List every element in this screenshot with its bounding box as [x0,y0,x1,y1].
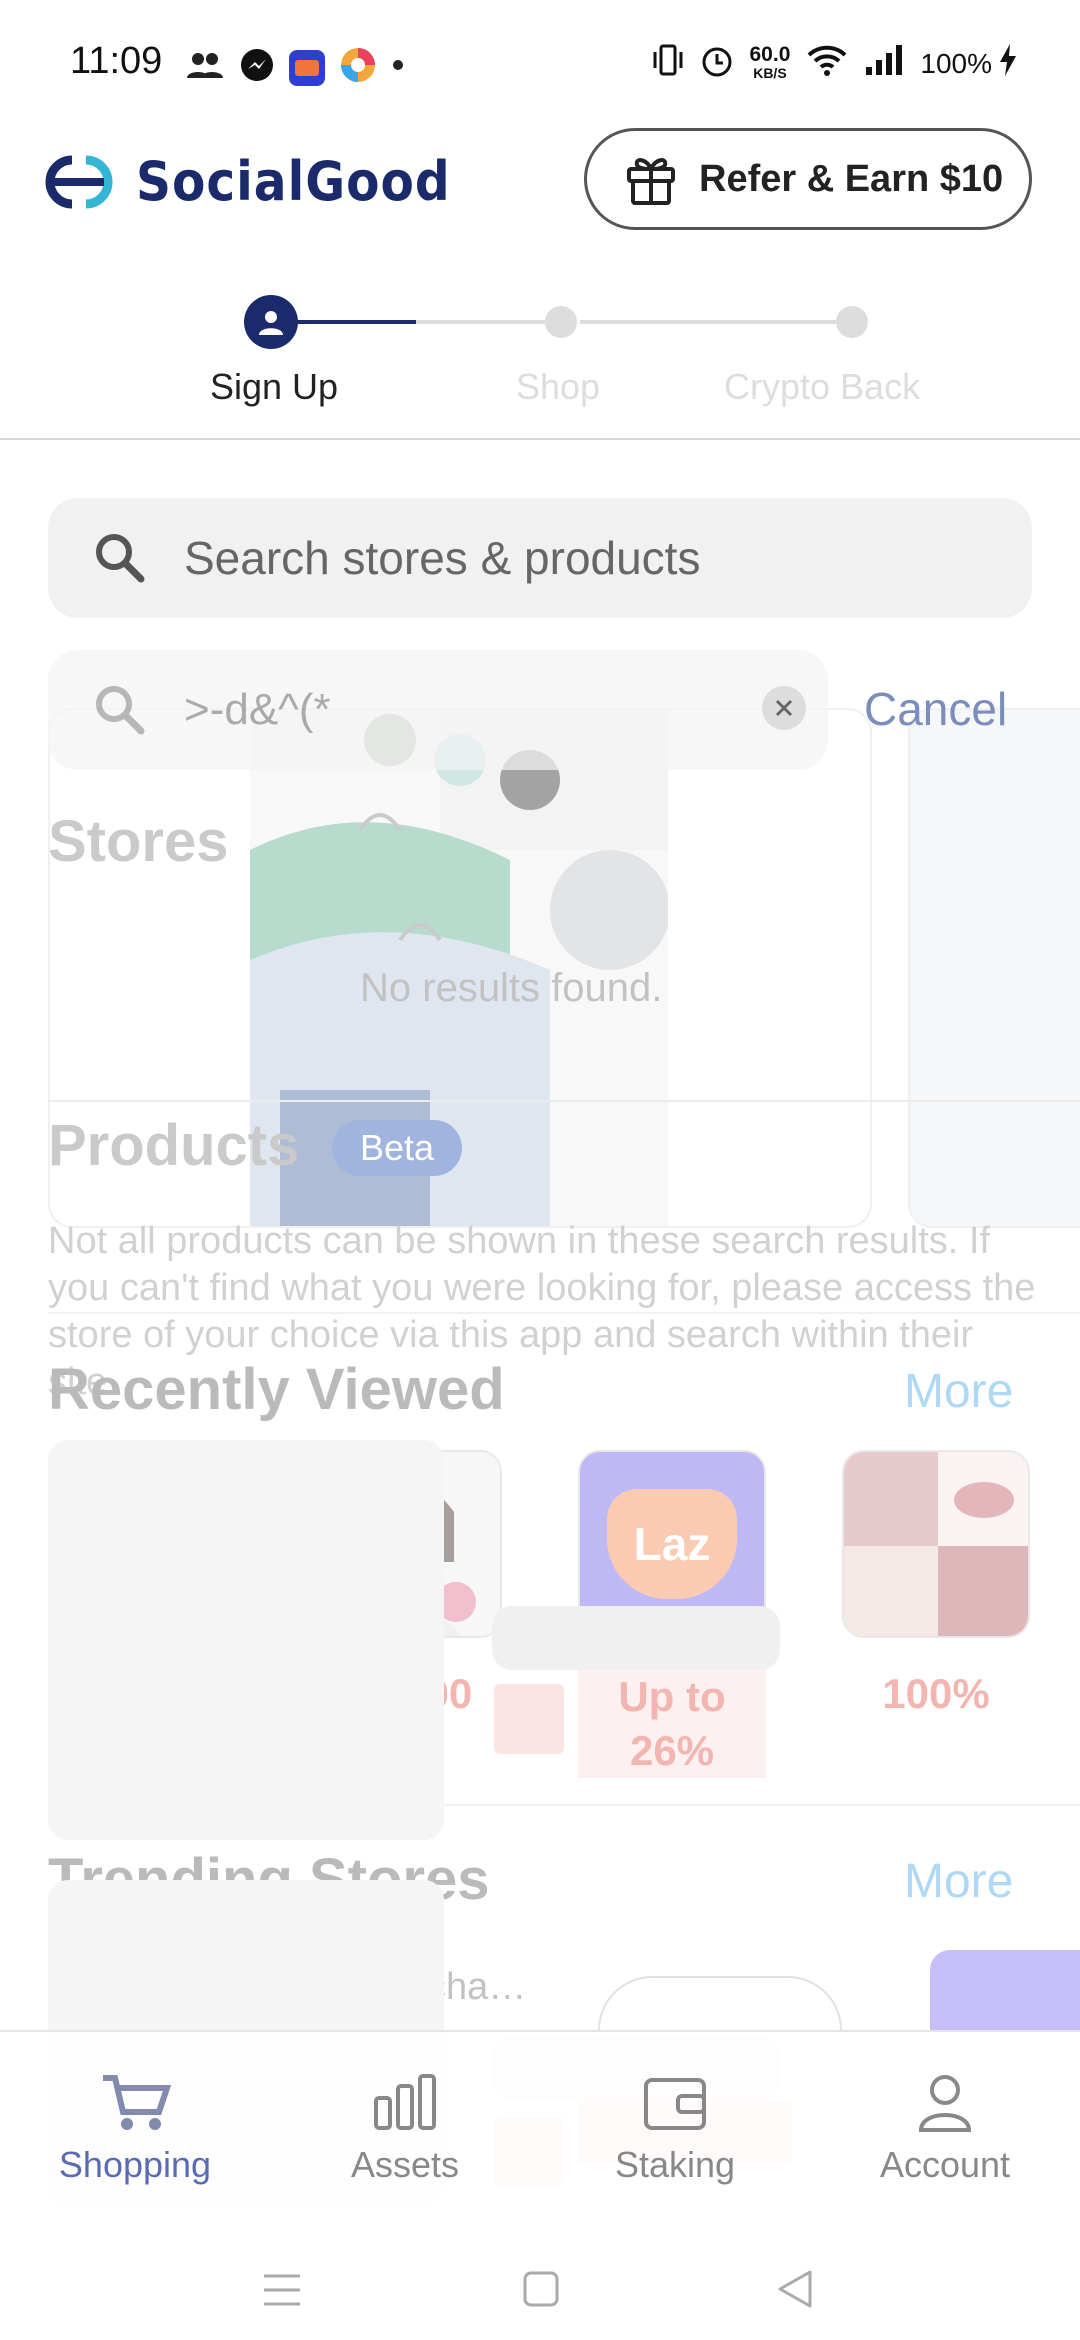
net-speed-unit: KB/S [753,64,787,81]
skeleton-plus [494,1684,564,1754]
brand-name: SocialGood [136,150,451,213]
skeleton-bar [492,1606,780,1670]
bottom-navigation: Shopping Assets Staking Account [0,2030,1080,2220]
status-time: 11:09 [70,40,163,82]
nav-label-shopping: Shopping [58,2144,212,2185]
dot-icon [391,58,405,77]
gift-icon [627,158,675,205]
step-crypto-dot [836,306,868,338]
nav-assets[interactable]: Assets [270,2032,540,2222]
system-navigation-bar [0,2220,1080,2340]
messenger-icon [239,47,275,88]
menu-icon[interactable] [262,2272,302,2308]
divider [48,1100,1080,1102]
stepper-line [416,320,556,324]
divider [48,1312,1080,1314]
shop-button[interactable] [598,1976,842,2030]
close-icon [775,699,793,717]
search-query: >-d&^(* [184,685,331,734]
nav-shopping[interactable]: Shopping [0,2032,270,2222]
back-icon[interactable] [776,2268,814,2310]
trending-store-lazada-thumbnail[interactable] [930,1950,1080,2030]
step-signup-dot [244,295,298,349]
status-bar: 11:09 60.0 KB/S 100% [0,0,1080,130]
trending-stores-more-link[interactable]: More [904,1854,1013,1909]
wallet-icon [644,2078,706,2130]
step-label-crypto-back: Crypto Back [724,366,921,407]
cart-icon [103,2075,171,2130]
step-label-shop: Shop [516,366,601,407]
signal-icon [864,43,904,84]
vibrate-icon [652,42,684,85]
divider [0,438,1080,440]
nav-label-staking: Staking [614,2144,736,2185]
clear-search-button[interactable] [762,686,806,730]
net-speed-value: 60.0 [749,42,791,66]
recent-cashback: 100% [882,1670,990,1717]
recently-viewed-heading: Recently Viewed [48,1357,505,1422]
home-icon[interactable] [522,2270,560,2308]
recently-viewed-more-link[interactable]: More [904,1364,1013,1419]
nav-label-assets: Assets [350,2144,460,2185]
no-results-text: No results found. [360,966,663,1010]
recent-item-lips[interactable] [842,1450,1030,1638]
beta-badge: Beta [332,1120,462,1176]
refer-earn-label: Refer & Earn $10 [699,157,1004,200]
search-icon [96,686,145,735]
products-heading: Products [48,1113,300,1178]
battery-level: 100% [920,47,992,79]
nav-label-account: Account [879,2144,1011,2185]
search-field-active[interactable]: >-d&^(* [48,650,828,770]
stepper-line-progress [290,320,416,324]
search-placeholder: Search stores & products [184,532,701,584]
person-icon [259,311,283,335]
refer-earn-button[interactable]: Refer & Earn $10 [584,128,1032,230]
stepper-line [580,320,836,324]
person-icon [918,2075,972,2132]
wifi-icon [806,43,848,84]
people-icon [185,50,225,85]
cancel-button[interactable]: Cancel [864,682,1007,736]
step-shop-dot [545,306,577,338]
search-bar[interactable]: Search stores & products [48,498,1032,618]
nav-account[interactable]: Account [810,2032,1080,2222]
socialgood-logo-icon [45,155,113,208]
promo-card-next[interactable] [908,708,1080,1228]
search-icon [96,534,145,583]
product-thumbnail [844,1452,1028,1636]
alarm-icon [700,42,734,85]
lazada-logo: Laz [633,1518,711,1570]
step-label-signup: Sign Up [210,366,339,407]
skeleton-card [48,1440,444,1840]
onboarding-stepper: Sign Up Shop Crypto Back [0,290,1080,440]
lazada-icon [289,49,325,86]
app-icon [339,46,377,89]
bar-chart-icon [374,2074,436,2130]
nav-staking[interactable]: Staking [540,2032,810,2222]
brand-logo[interactable]: SocialGood [42,150,451,213]
battery-charging-icon [998,42,1018,85]
stores-heading: Stores [48,809,229,874]
recent-cashback: Up to 26% [578,1670,766,1778]
